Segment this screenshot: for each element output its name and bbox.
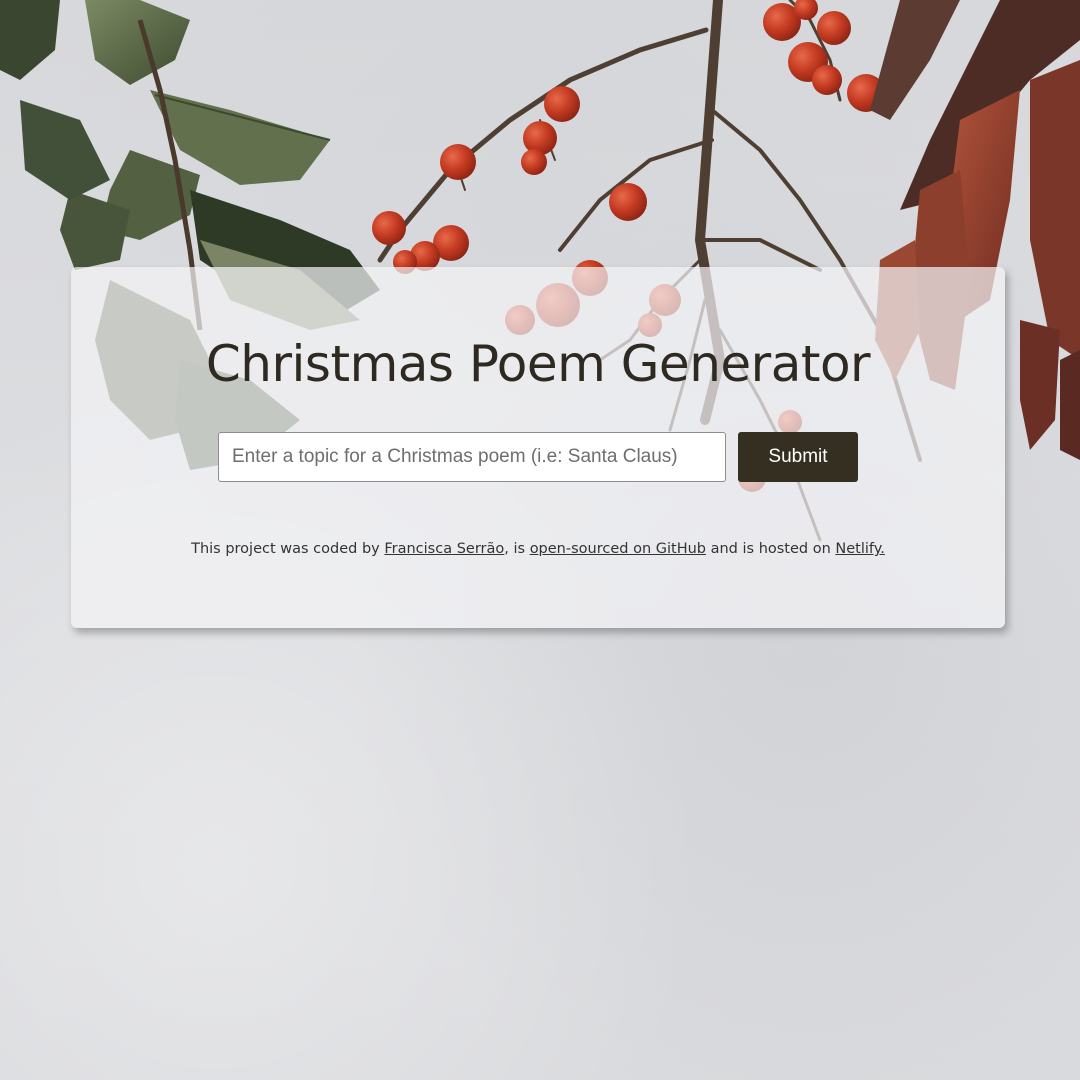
author-link[interactable]: Francisca Serrão — [384, 541, 504, 557]
page-title: Christmas Poem Generator — [205, 335, 871, 393]
footer-credits: This project was coded by Francisca Serr… — [71, 541, 1005, 557]
netlify-link[interactable]: Netlify. — [835, 541, 884, 557]
topic-input[interactable] — [218, 432, 726, 482]
footer-text: This project was coded by — [191, 541, 385, 557]
github-link[interactable]: open-sourced on GitHub — [530, 541, 706, 557]
poem-form: Submit — [218, 432, 858, 482]
footer-text: , is — [504, 541, 530, 557]
poem-generator-card: Christmas Poem Generator Submit This pro… — [71, 267, 1005, 628]
footer-text: and is hosted on — [706, 541, 836, 557]
submit-button[interactable]: Submit — [738, 432, 858, 482]
